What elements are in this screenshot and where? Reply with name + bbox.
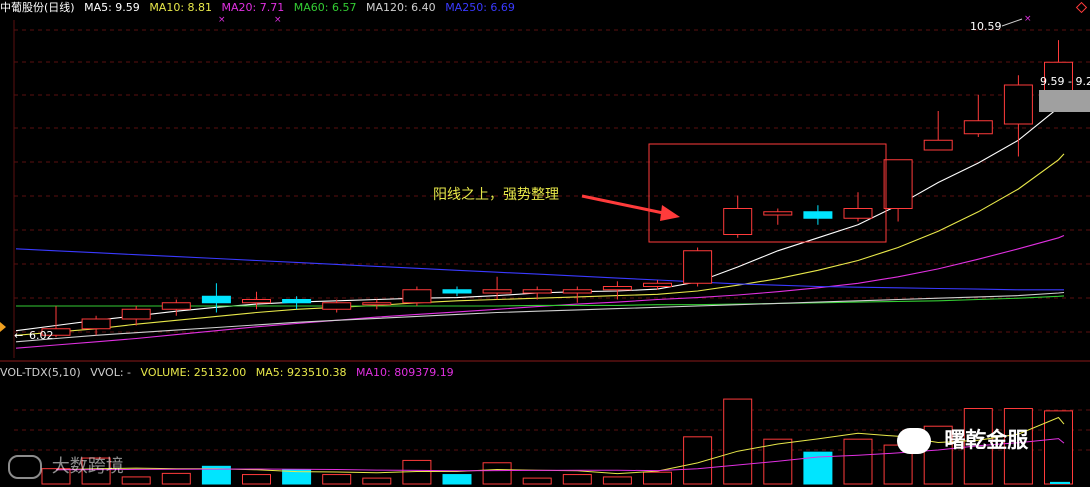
cross-marker: ×: [274, 15, 282, 25]
volume-bar-current: [1050, 481, 1070, 484]
volume-bar: [602, 476, 632, 485]
volume-ma10-label: MA10: 809379.19: [355, 366, 454, 379]
candle-body: [81, 318, 111, 330]
chart-canvas: × × × 阳线之上，强势整理 10.59 6.02 ← 9.59 - 9.2: [0, 1, 1090, 485]
candle-body: [803, 211, 833, 219]
ma-line-ma5: [15, 100, 1065, 332]
candle-body: [883, 159, 913, 209]
price-header: 中葡股份(日线) MA5: 9.59 MA10: 8.81 MA20: 7.71…: [0, 0, 521, 16]
volume-bar: [723, 398, 753, 485]
price-high-arrow: [1001, 18, 1023, 27]
volume-ma5-label: MA5: 923510.38: [255, 366, 347, 379]
candle-body: [242, 299, 271, 304]
volume-bar: [322, 474, 352, 485]
volume-bar: [562, 474, 592, 485]
price-tag: [1039, 90, 1090, 112]
candle-body: [282, 299, 312, 304]
price-high-label: 10.59: [970, 20, 1002, 33]
volume-bar: [242, 474, 271, 485]
ma250-label: MA250: 6.69: [445, 1, 515, 14]
ma60-label: MA60: 6.57: [293, 1, 357, 14]
candle-body: [121, 308, 151, 320]
candle-body: [402, 289, 432, 304]
candle-body: [362, 302, 392, 306]
wechat-icon: [897, 428, 931, 454]
watermark-left-icon: [8, 455, 42, 479]
price-low-arrow: ←: [14, 329, 23, 342]
candle-body: [322, 302, 352, 310]
candle-body: [843, 208, 873, 219]
grid-lines: × × ×: [0, 14, 1090, 451]
volume-value-label: VOLUME: 25132.00: [140, 366, 247, 379]
ma5-label: MA5: 9.59: [84, 1, 140, 14]
ma5-range-label: 9.59 - 9.2: [1040, 75, 1090, 88]
watermark-left-text: 大数跨境: [51, 456, 124, 477]
watermark-right-text: 曙乾金服: [944, 428, 1029, 452]
current-price-marker: [0, 322, 6, 332]
diamond-marker: [1075, 1, 1088, 14]
ma120-label: MA120: 6.40: [365, 1, 436, 14]
ma10-label: MA10: 8.81: [149, 1, 213, 14]
candle-body: [923, 139, 953, 151]
candle-body: [161, 302, 191, 310]
candle-body: [442, 289, 472, 294]
candle-body: [482, 289, 512, 294]
volume-header: VOL-TDX(5,10) VVOL: - VOLUME: 25132.00 M…: [0, 365, 460, 381]
price-low-label: 6.02: [29, 329, 54, 342]
candle-body: [522, 289, 552, 294]
volume-indicator-name: VOL-TDX(5,10): [0, 366, 81, 379]
candle-body: [602, 286, 632, 291]
cross-marker: ×: [1024, 14, 1032, 24]
volume-bar: [482, 462, 512, 485]
cross-marker: ×: [218, 15, 226, 25]
candle-body: [723, 208, 753, 235]
ma-lines: [15, 100, 1065, 349]
volume-bar: [121, 476, 151, 485]
volume-bar: [362, 477, 392, 485]
candle-body: [562, 289, 592, 294]
ma-line-ma250: [15, 248, 1064, 291]
watermark-left: 大数跨境: [8, 452, 124, 479]
candle-body: [1003, 84, 1033, 125]
volume-bar: [442, 474, 472, 485]
candle-body: [763, 211, 793, 216]
volume-bar: [843, 438, 873, 485]
candle-body: [201, 295, 231, 304]
vvol-label: VVOL: -: [90, 366, 132, 379]
annotation-text: 阳线之上，强势整理: [433, 187, 559, 203]
volume-bar: [522, 477, 552, 485]
annotation-arrow-line: [581, 194, 669, 216]
annotation-arrow-head: [660, 205, 680, 221]
candle-body: [683, 250, 713, 284]
ma20-label: MA20: 7.71: [221, 1, 285, 14]
candle-body: [963, 120, 993, 135]
stock-name: 中葡股份(日线): [0, 1, 75, 14]
watermark-right: 曙乾金服: [897, 424, 1028, 454]
volume-bar: [161, 472, 191, 485]
candle-body: [643, 282, 672, 287]
volume-bar: [643, 471, 672, 485]
